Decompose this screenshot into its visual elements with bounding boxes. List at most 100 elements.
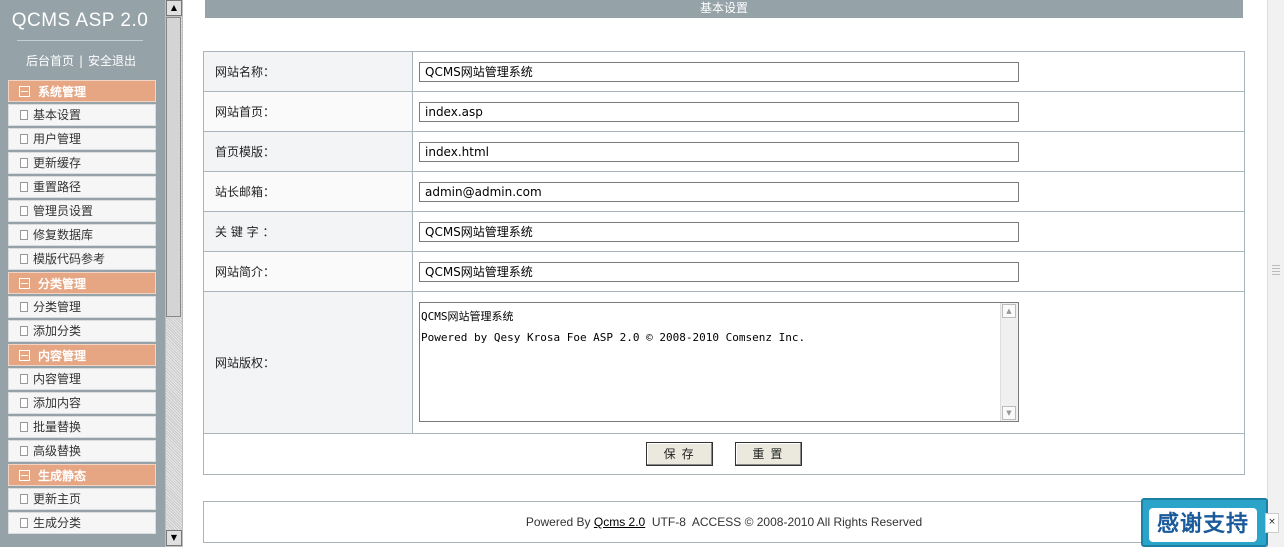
sidebar-item-label: 基本设置 <box>33 108 82 122</box>
sidebar-item-reset-path[interactable]: 重置路径 <box>8 176 156 198</box>
sidebar-item-update-cache[interactable]: 更新缓存 <box>8 152 156 174</box>
sidebar-item-batch-replace[interactable]: 批量替换 <box>8 416 156 438</box>
scrollbar-grip[interactable] <box>1272 265 1280 275</box>
page-icon <box>20 518 28 528</box>
sidebar-menu: 系统管理 基本设置 用户管理 更新缓存 重置路径 管理员设置 修复数据库 模版代… <box>8 80 156 536</box>
menu-group-content[interactable]: 内容管理 <box>8 344 156 366</box>
sidebar-item-label: 修复数据库 <box>33 228 94 242</box>
sidebar-item-label: 更新缓存 <box>33 156 82 170</box>
page-icon <box>20 134 28 144</box>
logout-link[interactable]: 安全退出 <box>88 54 136 68</box>
sidebar-item-admin-settings[interactable]: 管理员设置 <box>8 200 156 222</box>
footer-rest: UTF-8 ACCESS © 2008-2010 All Rights Rese… <box>645 515 923 529</box>
copyright-textarea-wrap: QCMS网站管理系统 Powered by Qesy Krosa Foe ASP… <box>419 302 1019 422</box>
scrollbar-thumb[interactable] <box>166 17 181 317</box>
sidebar-item-content-management[interactable]: 内容管理 <box>8 368 156 390</box>
settings-form: 网站名称： 网站首页： 首页模版： 站长邮箱： 关 键 字 ： 网站简介： 网站… <box>203 51 1245 475</box>
button-row: 保存 重置 <box>203 433 1245 475</box>
page-scrollbar[interactable] <box>1267 0 1284 547</box>
collapse-icon <box>19 86 30 97</box>
sidebar-item-add-category[interactable]: 添加分类 <box>8 320 156 342</box>
admin-email-input[interactable] <box>419 181 1019 202</box>
scroll-up-icon[interactable]: ▲ <box>1002 304 1016 318</box>
site-name-input[interactable] <box>419 61 1019 82</box>
sidebar-item-label: 用户管理 <box>33 132 82 146</box>
scroll-down-icon[interactable]: ▼ <box>1002 406 1016 420</box>
page-icon <box>20 182 28 192</box>
admin-email-label: 站长邮箱： <box>203 171 413 212</box>
thanks-support-text: 感谢支持 <box>1149 508 1257 542</box>
site-name-label: 网站名称： <box>203 51 413 92</box>
sidebar-item-label: 批量替换 <box>33 420 82 434</box>
site-home-label: 网站首页： <box>203 91 413 132</box>
keywords-input[interactable] <box>419 221 1019 242</box>
footer-qcms-link[interactable]: Qcms 2.0 <box>594 515 645 529</box>
sidebar-item-generate-category[interactable]: 生成分类 <box>8 512 156 534</box>
sidebar-item-add-content[interactable]: 添加内容 <box>8 392 156 414</box>
home-template-label: 首页模版： <box>203 131 413 172</box>
page-icon <box>20 446 28 456</box>
page-icon <box>20 110 28 120</box>
sidebar-item-basic-settings[interactable]: 基本设置 <box>8 104 156 126</box>
sidebar-scrollbar[interactable]: ▲ ▼ <box>165 0 183 547</box>
page-icon <box>20 230 28 240</box>
page-icon <box>20 254 28 264</box>
copyright-label: 网站版权： <box>203 291 413 434</box>
page-icon <box>20 158 28 168</box>
scroll-down-icon[interactable]: ▼ <box>166 530 182 546</box>
brand-title: QCMS ASP 2.0 <box>11 10 149 31</box>
reset-button[interactable]: 重置 <box>734 442 802 466</box>
scroll-up-icon[interactable]: ▲ <box>166 0 182 16</box>
top-links: 后台首页 | 安全退出 <box>0 52 162 69</box>
sidebar-item-label: 生成分类 <box>33 516 82 530</box>
menu-group-title: 分类管理 <box>38 277 87 291</box>
sidebar-item-label: 模版代码参考 <box>33 252 106 266</box>
main-panel: 基本设置 网站名称： 网站首页： 首页模版： 站长邮箱： 关 键 字 ： 网站简… <box>183 0 1267 547</box>
save-button[interactable]: 保存 <box>646 442 714 466</box>
site-home-input[interactable] <box>419 101 1019 122</box>
sidebar-item-label: 重置路径 <box>33 180 82 194</box>
home-template-input[interactable] <box>419 141 1019 162</box>
page-icon <box>20 206 28 216</box>
sidebar-item-label: 内容管理 <box>33 372 82 386</box>
collapse-icon <box>19 278 30 289</box>
page-icon <box>20 326 28 336</box>
description-input[interactable] <box>419 261 1019 282</box>
collapse-icon <box>19 350 30 361</box>
sidebar-item-category-management[interactable]: 分类管理 <box>8 296 156 318</box>
sidebar-item-label: 分类管理 <box>33 300 82 314</box>
menu-group-title: 生成静态 <box>38 469 87 483</box>
menu-group-static[interactable]: 生成静态 <box>8 464 156 486</box>
link-separator: | <box>78 54 84 68</box>
sidebar-item-label: 添加内容 <box>33 396 82 410</box>
sidebar-item-user-management[interactable]: 用户管理 <box>8 128 156 150</box>
close-icon[interactable]: × <box>1265 513 1279 533</box>
brand-divider <box>17 40 143 41</box>
sidebar-item-template-reference[interactable]: 模版代码参考 <box>8 248 156 270</box>
menu-group-system[interactable]: 系统管理 <box>8 80 156 102</box>
sidebar: QCMS ASP 2.0 后台首页 | 安全退出 系统管理 基本设置 用户管理 更新… <box>0 0 165 547</box>
footer: Powered By Qcms 2.0 UTF-8 ACCESS © 2008-… <box>203 501 1245 543</box>
sidebar-item-label: 添加分类 <box>33 324 82 338</box>
admin-home-link[interactable]: 后台首页 <box>26 54 74 68</box>
description-label: 网站简介： <box>203 251 413 292</box>
sidebar-item-label: 管理员设置 <box>33 204 94 218</box>
page-icon <box>20 302 28 312</box>
sidebar-item-label: 更新主页 <box>33 492 82 506</box>
menu-group-title: 内容管理 <box>38 349 87 363</box>
textarea-scrollbar[interactable]: ▲ ▼ <box>1000 303 1018 421</box>
page-icon <box>20 494 28 504</box>
menu-group-title: 系统管理 <box>38 85 87 99</box>
menu-group-category[interactable]: 分类管理 <box>8 272 156 294</box>
sidebar-item-repair-database[interactable]: 修复数据库 <box>8 224 156 246</box>
sidebar-item-advanced-replace[interactable]: 高级替换 <box>8 440 156 462</box>
keywords-label: 关 键 字 ： <box>203 211 413 252</box>
sidebar-item-update-homepage[interactable]: 更新主页 <box>8 488 156 510</box>
sidebar-item-label: 高级替换 <box>33 444 82 458</box>
copyright-textarea[interactable]: QCMS网站管理系统 Powered by Qesy Krosa Foe ASP… <box>420 303 1002 421</box>
footer-powered-by: Powered By <box>525 515 594 529</box>
page-icon <box>20 398 28 408</box>
collapse-icon <box>19 470 30 481</box>
left-frame: QCMS ASP 2.0 后台首页 | 安全退出 系统管理 基本设置 用户管理 更新… <box>0 0 183 547</box>
thanks-support-badge[interactable]: 感谢支持 × <box>1141 498 1279 547</box>
